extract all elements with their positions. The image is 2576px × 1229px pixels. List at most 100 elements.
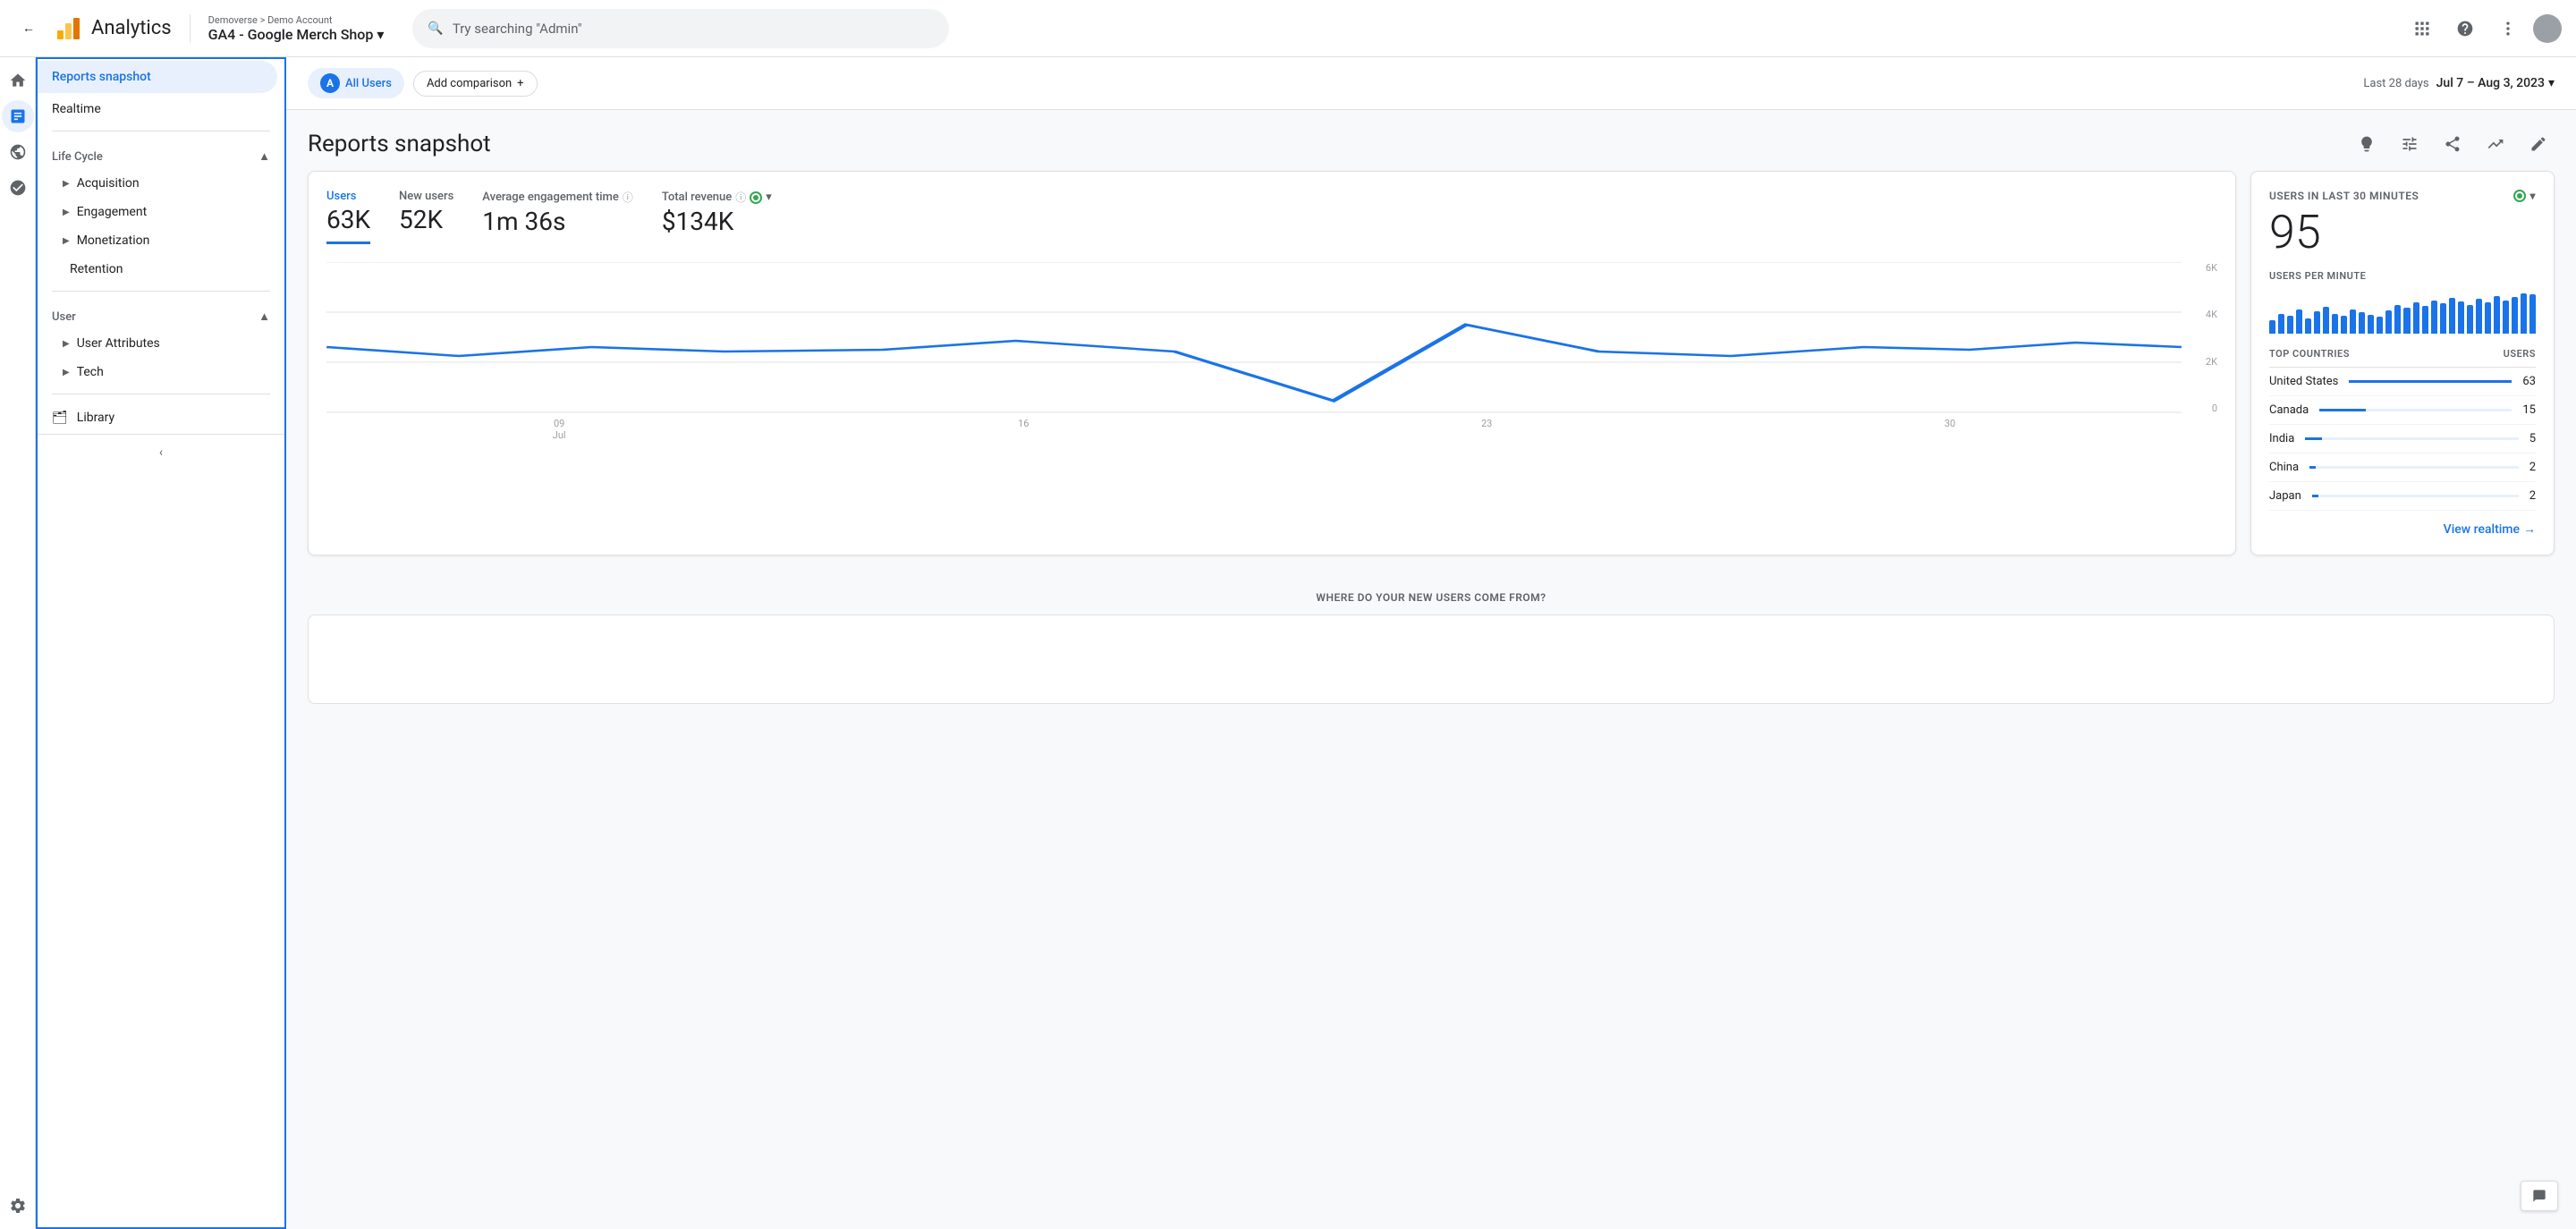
bar-18 (2422, 306, 2428, 334)
advertising-icon (9, 179, 27, 197)
search-bar[interactable]: 🔍 Try searching "Admin" (412, 9, 949, 48)
country-row-us[interactable]: United States 63 (2269, 368, 2536, 396)
y-label-0: 0 (2182, 403, 2217, 414)
sidebar-collapse-button[interactable]: ‹ (38, 434, 284, 470)
engagement-metric-value: 1m 36s (482, 207, 633, 236)
country-row-jp[interactable]: Japan 2 (2269, 482, 2536, 511)
property-name[interactable]: GA4 - Google Merch Shop ▾ (208, 26, 385, 43)
country-name-jp: Japan (2269, 489, 2301, 503)
bar-26 (2494, 296, 2500, 335)
nav-reports-button[interactable] (2, 100, 34, 132)
bar-29 (2521, 293, 2527, 334)
apps-button[interactable] (2404, 11, 2440, 47)
sidebar-item-monetization[interactable]: ▶ Monetization (38, 226, 284, 255)
bar-5 (2305, 318, 2311, 335)
all-users-badge[interactable]: A All Users (308, 68, 404, 98)
customize-icon (2401, 135, 2419, 153)
bar-19 (2431, 301, 2437, 335)
more-icon (2499, 20, 2517, 38)
date-range-picker[interactable]: Jul 7 – Aug 3, 2023 ▾ (2436, 76, 2555, 90)
realtime-status-dropdown[interactable]: ▾ (2513, 190, 2536, 202)
lifecycle-collapse-icon[interactable]: ▲ (258, 149, 270, 164)
reports-icon (9, 107, 27, 125)
nav-home-button[interactable] (2, 64, 34, 97)
analytics-logo-icon (54, 14, 82, 43)
sidebar-item-engagement[interactable]: ▶ Engagement (38, 198, 284, 226)
new-users-metric-value: 52K (399, 205, 453, 234)
engagement-info-icon: ⓘ (623, 190, 633, 205)
lifecycle-section: Life Cycle ▲ (38, 139, 284, 169)
bar-12 (2368, 315, 2374, 334)
nav-settings-button[interactable] (2, 1190, 34, 1222)
share-button[interactable] (2436, 128, 2469, 160)
chart-y-labels: 6K 4K 2K 0 (2182, 262, 2217, 414)
bar-11 (2359, 312, 2365, 334)
country-row-cn[interactable]: China 2 (2269, 453, 2536, 482)
logo: Analytics (54, 14, 172, 43)
sidebar: Reports snapshot Realtime Life Cycle ▲ ▶… (36, 57, 286, 1229)
country-bar-jp-wrap (2312, 495, 2519, 497)
user-collapse-icon[interactable]: ▲ (258, 309, 270, 324)
bar-27 (2503, 301, 2509, 335)
feedback-icon (2532, 1189, 2546, 1203)
settings-icon (9, 1197, 27, 1215)
country-bar-jp (2312, 495, 2318, 497)
help-icon (2456, 20, 2474, 38)
customize-button[interactable] (2394, 128, 2426, 160)
sidebar-item-retention[interactable]: Retention (38, 255, 284, 284)
country-users-cn: 2 (2529, 461, 2536, 474)
help-button[interactable] (2447, 11, 2483, 47)
back-button[interactable]: ← (14, 14, 43, 43)
sidebar-item-acquisition[interactable]: ▶ Acquisition (38, 169, 284, 198)
insights-button[interactable] (2351, 128, 2383, 160)
country-bar-us-wrap (2349, 380, 2512, 383)
page-title: Reports snapshot (308, 131, 491, 157)
new-users-metric-label: New users (399, 190, 453, 203)
country-row-ca[interactable]: Canada 15 (2269, 396, 2536, 425)
compare-button[interactable] (2479, 128, 2512, 160)
icon-nav (0, 57, 36, 1229)
add-icon: + (517, 77, 523, 90)
sidebar-item-tech[interactable]: ▶ Tech (38, 358, 284, 386)
revenue-info-icon: ⓘ (735, 190, 746, 205)
explore-icon (9, 143, 27, 161)
country-bar-in-wrap (2305, 437, 2518, 440)
chart-area: 6K 4K 2K 0 (326, 262, 2217, 441)
topbar-right: Last 28 days Jul 7 – Aug 3, 2023 ▾ (2363, 76, 2555, 90)
realtime-header: USERS IN LAST 30 MINUTES ▾ (2269, 190, 2536, 202)
bar-24 (2476, 299, 2482, 334)
x-label-16: 16 (1018, 418, 1029, 441)
sidebar-item-realtime[interactable]: Realtime (38, 95, 284, 123)
sidebar-item-reports-snapshot[interactable]: Reports snapshot (38, 61, 277, 93)
feedback-button[interactable] (2521, 1181, 2558, 1211)
revenue-status[interactable]: ▾ (750, 191, 772, 204)
sidebar-item-user-attributes[interactable]: ▶ User Attributes (38, 329, 284, 358)
date-dropdown-icon: ▾ (2548, 76, 2555, 90)
search-icon: 🔍 (428, 21, 443, 36)
nav-advertising-button[interactable] (2, 172, 34, 204)
realtime-header-label: USERS IN LAST 30 MINUTES (2269, 190, 2419, 202)
bar-2 (2278, 314, 2284, 335)
all-users-label: All Users (345, 77, 392, 90)
avatar[interactable] (2533, 14, 2562, 43)
nav-explore-button[interactable] (2, 136, 34, 168)
countries-table: TOP COUNTRIES USERS United States 63 Can… (2269, 348, 2536, 511)
layout: Reports snapshot Realtime Life Cycle ▲ ▶… (0, 57, 2576, 1229)
account-path: Demoverse > Demo Account (208, 14, 385, 26)
view-realtime-link[interactable]: View realtime → (2269, 521, 2536, 537)
collapse-icon: ‹ (159, 445, 163, 460)
users-metric-value: 63K (326, 205, 370, 234)
header-actions (2404, 11, 2562, 47)
country-row-in[interactable]: India 5 (2269, 425, 2536, 453)
sidebar-item-reports-snapshot-label: Reports snapshot (52, 70, 151, 84)
x-label-30: 30 (1945, 418, 1955, 441)
edit-button[interactable] (2522, 128, 2555, 160)
all-users-avatar: A (320, 73, 340, 93)
more-button[interactable] (2490, 11, 2526, 47)
sidebar-item-library[interactable]: 🗂 Library (38, 402, 284, 434)
add-comparison-button[interactable]: Add comparison + (413, 71, 538, 97)
bar-22 (2458, 301, 2464, 334)
header-account: Demoverse > Demo Account GA4 - Google Me… (208, 14, 385, 43)
bar-13 (2377, 317, 2383, 334)
country-name-cn: China (2269, 461, 2299, 474)
